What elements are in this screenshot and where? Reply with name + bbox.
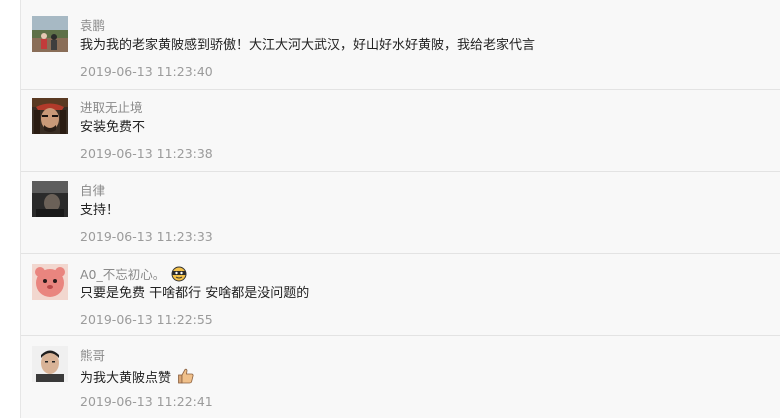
avatar[interactable] bbox=[32, 346, 68, 382]
avatar[interactable] bbox=[32, 181, 68, 217]
page-background: 袁鹏 我为我的老家黄陂感到骄傲！大江大河大武汉，好山好水好黄陂，我给老家代言 2… bbox=[0, 0, 780, 418]
comment-item: 袁鹏 我为我的老家黄陂感到骄傲！大江大河大武汉，好山好水好黄陂，我给老家代言 2… bbox=[21, 0, 780, 90]
thumbs-up-emoji-icon bbox=[177, 367, 195, 391]
commenter-name: 进取无止境 bbox=[80, 100, 143, 115]
commenter-name: A0_不忘初心。 bbox=[80, 266, 187, 286]
comment-item: A0_不忘初心。 只要是免费 干啥都行 安啥都是没问题的 2019-06-13 … bbox=[21, 254, 780, 336]
commenter-name: 自律 bbox=[80, 183, 106, 198]
comment-timestamp: 2019-06-13 11:23:38 bbox=[80, 146, 213, 161]
comment-list: 袁鹏 我为我的老家黄陂感到骄傲！大江大河大武汉，好山好水好黄陂，我给老家代言 2… bbox=[20, 0, 780, 418]
commenter-name: 熊哥 bbox=[80, 348, 106, 363]
comment-item: 熊哥 为我大黄陂点赞 2019-06-13 11:22:41 bbox=[21, 336, 780, 418]
comment-text: 支持！ bbox=[80, 203, 120, 218]
comment-text-content: 为我大黄陂点赞 bbox=[80, 371, 172, 386]
comment-timestamp: 2019-06-13 11:23:40 bbox=[80, 64, 213, 79]
comment-text: 我为我的老家黄陂感到骄傲！大江大河大武汉，好山好水好黄陂，我给老家代言 bbox=[80, 38, 536, 53]
comment-timestamp: 2019-06-13 11:22:55 bbox=[80, 312, 213, 327]
comment-timestamp: 2019-06-13 11:22:41 bbox=[80, 394, 213, 409]
commenter-name-text: A0_不忘初心。 bbox=[80, 267, 166, 282]
avatar[interactable] bbox=[32, 264, 68, 300]
avatar[interactable] bbox=[32, 98, 68, 134]
comment-timestamp: 2019-06-13 11:23:33 bbox=[80, 229, 213, 244]
comment-item: 自律 支持！ 2019-06-13 11:23:33 bbox=[21, 172, 780, 254]
avatar[interactable] bbox=[32, 16, 68, 52]
comment-text: 安装免费不 bbox=[80, 120, 146, 135]
ninja-emoji-icon bbox=[171, 266, 187, 286]
commenter-name: 袁鹏 bbox=[80, 18, 106, 33]
comment-text: 只要是免费 干啥都行 安啥都是没问题的 bbox=[80, 286, 310, 301]
comment-item: 进取无止境 安装免费不 2019-06-13 11:23:38 bbox=[21, 90, 780, 172]
comment-text: 为我大黄陂点赞 bbox=[80, 367, 195, 391]
